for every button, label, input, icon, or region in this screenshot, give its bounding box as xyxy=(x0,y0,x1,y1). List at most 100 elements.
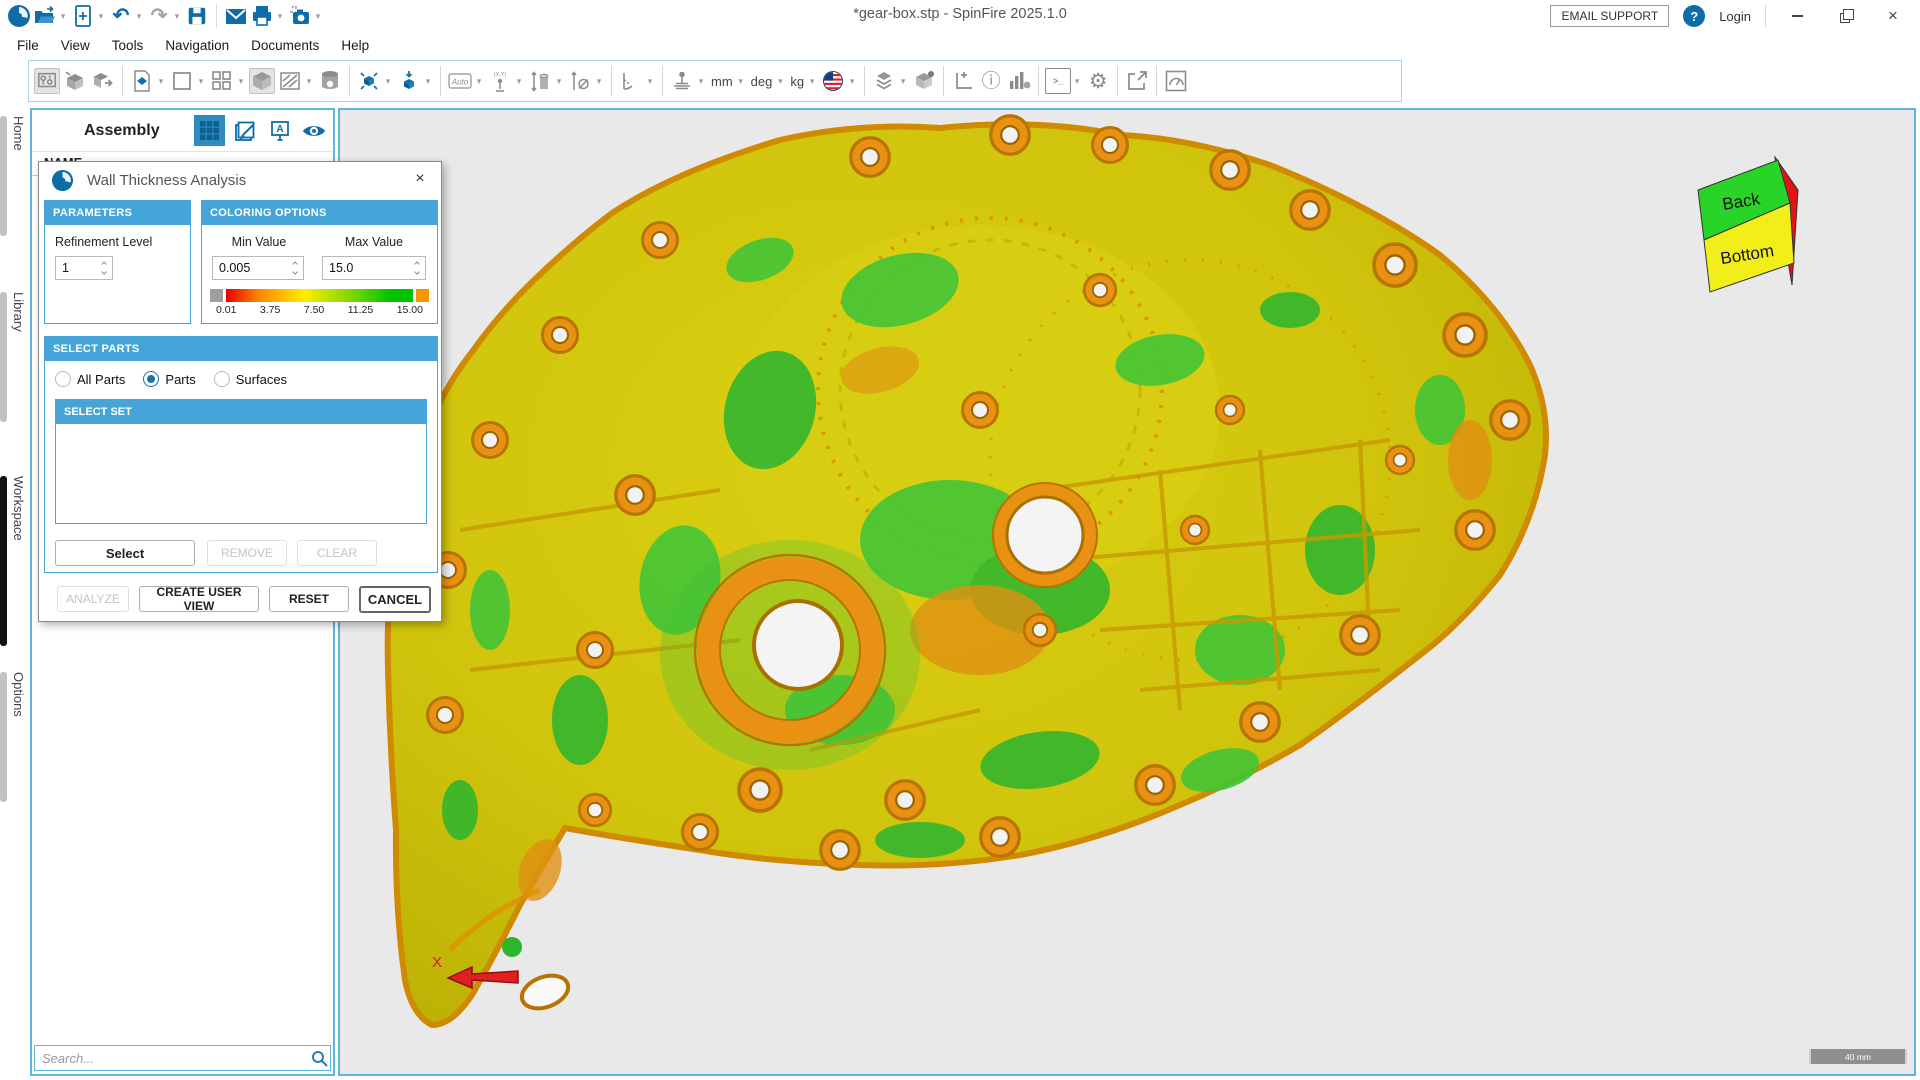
min-value-input[interactable] xyxy=(213,261,287,275)
viewport-layout-icon[interactable] xyxy=(209,68,235,94)
section-tool-caret[interactable]: ▾ xyxy=(696,76,706,87)
new-document-icon[interactable] xyxy=(70,3,96,29)
export-part-icon[interactable] xyxy=(90,68,116,94)
parts-radio[interactable]: Parts xyxy=(143,371,195,387)
isolate-part-icon[interactable] xyxy=(62,68,88,94)
refinement-level-input[interactable] xyxy=(56,261,96,275)
redline-edit-icon[interactable] xyxy=(233,118,259,144)
border-style-icon[interactable] xyxy=(169,68,195,94)
border-style-caret[interactable]: ▾ xyxy=(196,76,206,87)
spin-up-icon[interactable] xyxy=(414,261,420,267)
undo-icon[interactable]: ↶ xyxy=(108,3,134,29)
viewport-settings-icon[interactable] xyxy=(34,68,60,94)
axes-display-icon[interactable] xyxy=(950,68,976,94)
viewport-layout-caret[interactable]: ▾ xyxy=(236,76,246,87)
collapse-caret[interactable]: ▾ xyxy=(423,76,433,87)
pop-out-icon[interactable] xyxy=(1124,68,1150,94)
render-mode-icon[interactable] xyxy=(249,68,275,94)
max-value-input[interactable] xyxy=(323,261,409,275)
open-file-icon[interactable] xyxy=(32,3,58,29)
measure-angle-caret[interactable]: ▾ xyxy=(645,76,655,87)
mass-unit-label[interactable]: kg xyxy=(787,74,807,89)
all-parts-radio[interactable]: All Parts xyxy=(55,371,125,387)
dialog-close-icon[interactable]: × xyxy=(409,168,431,190)
menu-documents[interactable]: Documents xyxy=(240,35,330,56)
spin-up-icon[interactable] xyxy=(292,261,298,267)
model-tree-grid-button[interactable] xyxy=(194,115,225,146)
angle-unit-label[interactable]: deg xyxy=(748,74,776,89)
reset-button[interactable]: RESET xyxy=(269,586,349,612)
visibility-eye-icon[interactable] xyxy=(301,118,327,144)
restore-button[interactable] xyxy=(1828,2,1862,30)
analyze-button[interactable]: ANALYZE xyxy=(57,586,129,612)
statistics-icon[interactable] xyxy=(1006,68,1032,94)
sidebar-tab-library[interactable]: Library xyxy=(0,292,26,422)
projection-caret[interactable]: ▾ xyxy=(304,76,314,87)
redo-icon[interactable]: ↷ xyxy=(146,3,172,29)
measure-height-caret[interactable]: ▾ xyxy=(554,76,564,87)
collapse-assembly-icon[interactable] xyxy=(396,68,422,94)
minimize-button[interactable] xyxy=(1780,2,1814,30)
open-file-caret[interactable]: ▾ xyxy=(58,11,68,22)
settings-gear-icon[interactable]: ⚙ xyxy=(1085,68,1111,94)
sidebar-tab-workspace[interactable]: Workspace xyxy=(0,476,26,646)
close-button[interactable]: × xyxy=(1876,2,1910,30)
measure-diameter-caret[interactable]: ▾ xyxy=(594,76,604,87)
explode-assembly-icon[interactable] xyxy=(356,68,382,94)
max-value-spin-arrows[interactable] xyxy=(409,257,425,279)
auto-dimension-icon[interactable]: Auto xyxy=(447,68,473,94)
save-icon[interactable] xyxy=(184,3,210,29)
min-value-spin-arrows[interactable] xyxy=(287,257,303,279)
console-icon[interactable]: >_ xyxy=(1045,68,1071,94)
projection-mode-icon[interactable] xyxy=(277,68,303,94)
section-tool-icon[interactable] xyxy=(669,68,695,94)
spin-down-icon[interactable] xyxy=(292,269,298,275)
measure-angle-icon[interactable] xyxy=(618,68,644,94)
snapshot-caret[interactable]: ▾ xyxy=(313,11,323,22)
measure-height-icon[interactable] xyxy=(527,68,553,94)
language-caret[interactable]: ▾ xyxy=(847,76,857,87)
dialog-title-bar[interactable]: Wall Thickness Analysis × xyxy=(39,162,441,198)
redo-caret[interactable]: ▾ xyxy=(172,11,182,22)
login-button[interactable]: Login xyxy=(1719,9,1751,24)
mass-unit-caret[interactable]: ▾ xyxy=(807,76,817,87)
refinement-spin-arrows[interactable] xyxy=(96,257,112,279)
smart-dimension-icon[interactable]: (X,Y) xyxy=(487,68,513,94)
email-support-button[interactable]: EMAIL SUPPORT xyxy=(1550,5,1669,27)
explode-caret[interactable]: ▾ xyxy=(383,76,393,87)
cancel-button[interactable]: CANCEL xyxy=(359,586,431,613)
menu-navigation[interactable]: Navigation xyxy=(154,35,240,56)
pmi-view-icon[interactable] xyxy=(911,68,937,94)
language-flag-icon[interactable] xyxy=(820,68,846,94)
search-input[interactable] xyxy=(35,1051,308,1066)
annotation-board-icon[interactable]: A xyxy=(267,118,293,144)
search-icon[interactable] xyxy=(308,1045,330,1071)
snapshot-icon[interactable] xyxy=(287,3,313,29)
spin-down-icon[interactable] xyxy=(101,269,107,275)
new-document-caret[interactable]: ▾ xyxy=(96,11,106,22)
clear-button[interactable]: CLEAR xyxy=(297,540,377,566)
angle-unit-caret[interactable]: ▾ xyxy=(775,76,785,87)
info-icon[interactable]: ⓘ xyxy=(978,68,1004,94)
view-cube[interactable]: Back Bottom xyxy=(1690,145,1800,295)
spin-down-icon[interactable] xyxy=(414,269,420,275)
menu-view[interactable]: View xyxy=(50,35,101,56)
print-caret[interactable]: ▾ xyxy=(275,11,285,22)
model-viewport[interactable]: Back Bottom X 40 mm xyxy=(338,108,1916,1076)
spin-up-icon[interactable] xyxy=(101,261,107,267)
sidebar-tab-home[interactable]: Home xyxy=(0,116,26,236)
create-user-view-button[interactable]: CREATE USER VIEW xyxy=(139,586,259,612)
help-icon[interactable]: ? xyxy=(1683,5,1705,27)
console-caret[interactable]: ▾ xyxy=(1072,76,1082,87)
undo-caret[interactable]: ▾ xyxy=(134,11,144,22)
measure-diameter-icon[interactable] xyxy=(567,68,593,94)
markup-document-icon[interactable] xyxy=(129,68,155,94)
smart-dimension-caret[interactable]: ▾ xyxy=(514,76,524,87)
length-unit-caret[interactable]: ▾ xyxy=(736,76,746,87)
markup-caret[interactable]: ▾ xyxy=(156,76,166,87)
layers-caret[interactable]: ▾ xyxy=(898,76,908,87)
print-icon[interactable] xyxy=(249,3,275,29)
length-unit-label[interactable]: mm xyxy=(708,74,736,89)
select-set-list[interactable] xyxy=(56,424,426,523)
menu-file[interactable]: File xyxy=(6,35,50,56)
